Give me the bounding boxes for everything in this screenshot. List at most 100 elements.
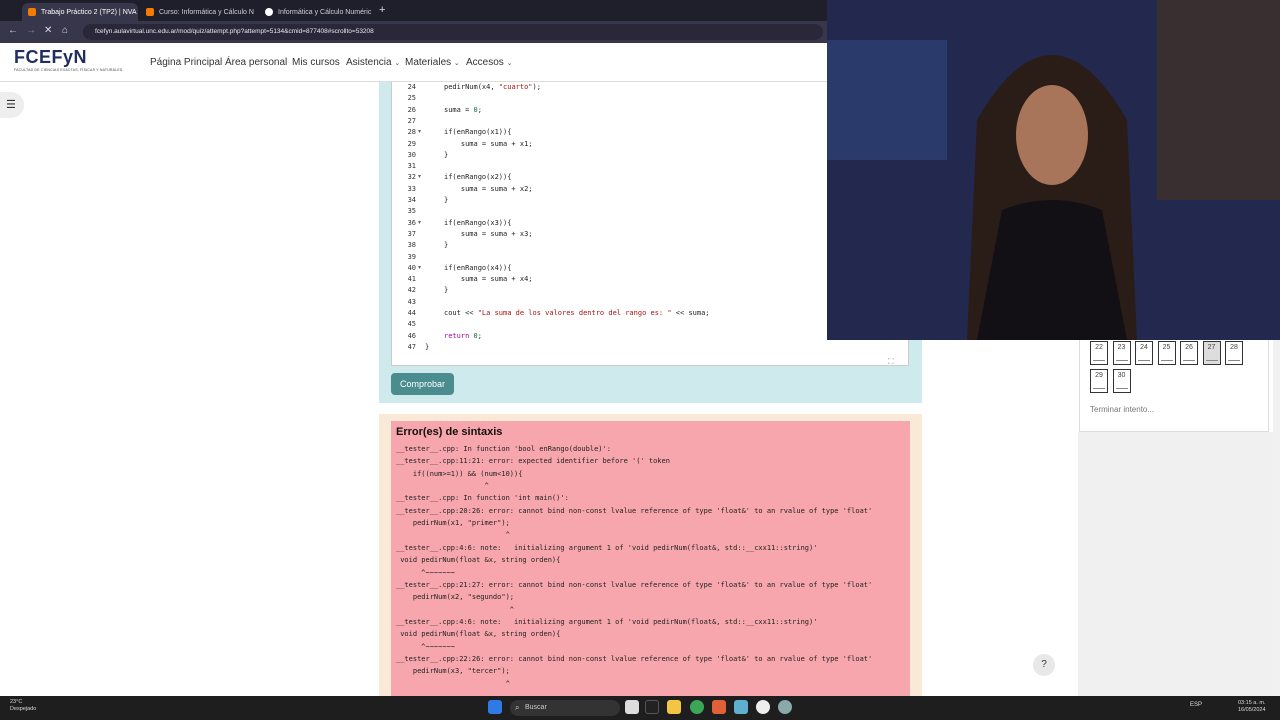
error-line: __tester__.cpp:4:6: note: initializing a… (396, 617, 818, 626)
quiz-nav-button[interactable]: 30 (1112, 369, 1131, 393)
quiz-nav-button[interactable]: 26 (1180, 341, 1198, 365)
code-line: suma = 0; (444, 105, 482, 114)
tab-title: Informática y Cálculo Numéric (278, 8, 372, 16)
quiz-nav-button[interactable]: 22 (1090, 341, 1108, 365)
error-title: Error(es) de sintaxis (396, 426, 503, 438)
fold-icon[interactable]: ▾ (418, 173, 421, 180)
line-number: 30 (407, 150, 416, 159)
quiz-nav-button[interactable]: 23 (1112, 341, 1131, 365)
clock-date: 16/05/2024 (1238, 707, 1266, 713)
nav-accesos[interactable]: Accesos ⌄ (466, 57, 512, 68)
error-line: __tester__.cpp:21:27: error: cannot bind… (396, 580, 873, 589)
nav-mis-cursos[interactable]: Mis cursos (292, 57, 340, 68)
forward-icon[interactable]: → (26, 25, 36, 36)
task-view-icon[interactable] (625, 700, 639, 714)
address-toolbar: ← → ✕ ⌂ fcefyn.aulavirtual.unc.edu.ar/mo… (0, 21, 827, 43)
windows-start-icon[interactable] (488, 700, 502, 714)
error-line: __tester__.cpp:20:26: error: cannot bind… (396, 506, 873, 515)
code-line: } (444, 241, 449, 250)
error-line: ^~~~~~~~ (396, 642, 456, 651)
nav-label: Materiales (405, 57, 452, 68)
settings-icon[interactable] (778, 700, 792, 714)
chrome-icon[interactable] (690, 700, 704, 714)
line-number: 45 (407, 320, 416, 329)
line-number: 40 (407, 263, 416, 272)
code-line: } (444, 196, 449, 204)
help-button[interactable]: ? (1033, 654, 1055, 676)
fullscreen-icon[interactable]: ⛶ (888, 357, 894, 367)
code-line: suma = suma + x1; (444, 139, 533, 148)
language-indicator[interactable]: ESP (1190, 702, 1202, 708)
error-line: ^~~~~~~~ (396, 568, 456, 577)
line-number: 37 (407, 229, 416, 238)
terminal-icon[interactable] (645, 700, 659, 714)
line-number: 29 (407, 139, 416, 148)
error-line: pedirNum(x1, "primer"); (396, 519, 510, 528)
finish-attempt-link[interactable]: Terminar intento... (1090, 405, 1154, 414)
app-icon[interactable] (734, 700, 748, 714)
line-number: 27 (407, 116, 416, 125)
code-line: cout << "La suma de los valores dentro d… (444, 309, 710, 317)
weather-widget[interactable]: 23°C Despejado (10, 699, 36, 713)
code-line: suma = suma + x2; (444, 184, 533, 193)
windows-taskbar: 23°C Despejado ⌕ Buscar ESP 03:15 a. m. 1… (0, 696, 1280, 720)
quiz-nav-button[interactable]: 29 (1090, 369, 1108, 393)
quiz-nav-button[interactable]: 27 (1202, 341, 1221, 365)
tab-curso[interactable]: Curso: Informática y Cálculo N ✕ (140, 3, 258, 21)
stop-icon[interactable]: ✕ (44, 25, 52, 36)
line-number: 26 (407, 105, 416, 114)
code-line: suma = suma + x3; (444, 229, 533, 238)
quiz-nav-button[interactable]: 24 (1135, 341, 1153, 365)
fold-icon[interactable]: ▾ (418, 264, 421, 271)
home-icon[interactable]: ⌂ (62, 25, 68, 36)
tab-informatica[interactable]: Informática y Cálculo Numéric ✕ (259, 3, 375, 21)
system-clock[interactable]: 03:15 a. m. 16/05/2024 (1238, 700, 1266, 714)
error-line: __tester__.cpp:11:21: error: expected id… (396, 457, 670, 466)
line-number: 31 (407, 162, 416, 171)
error-line: void pedirNum(float &x, string orden){ (396, 556, 561, 565)
nav-asistencia[interactable]: Asistencia ⌄ (346, 57, 400, 68)
nav-materiales[interactable]: Materiales ⌄ (405, 57, 460, 68)
nav-area-personal[interactable]: Área personal (225, 57, 287, 68)
error-line: ^ (396, 679, 510, 688)
error-line: __tester__.cpp:4:6: note: initializing a… (396, 543, 818, 552)
back-icon[interactable]: ← (8, 25, 18, 36)
chatgpt-favicon-icon (265, 8, 273, 16)
line-number: 34 (407, 196, 416, 204)
tab-tp2[interactable]: Trabajo Práctico 2 (TP2) | NVA ✕ (22, 3, 138, 21)
code-line: } (444, 286, 449, 295)
nav-label: Asistencia (346, 57, 392, 68)
file-explorer-icon[interactable] (667, 700, 681, 714)
chevron-down-icon: ⌄ (506, 60, 513, 67)
browser-tab-bar: Trabajo Práctico 2 (TP2) | NVA ✕ Curso: … (0, 0, 827, 21)
fold-icon[interactable]: ▾ (418, 128, 421, 135)
check-button[interactable]: Comprobar (391, 373, 454, 395)
code-line: if(enRango(x4)){ (444, 263, 512, 272)
line-number: 41 (407, 275, 416, 284)
taskbar-search[interactable]: ⌕ Buscar (510, 700, 620, 716)
weather-desc: Despejado (10, 706, 37, 712)
webcam-image (827, 0, 1280, 340)
error-line: __tester__.cpp: In function 'bool enRang… (396, 445, 611, 453)
line-number: 46 (407, 331, 416, 340)
fcefyn-logo[interactable]: FCEFyN FACULTAD DE CIENCIAS EXACTAS, FÍS… (14, 48, 126, 78)
code-line: suma = suma + x4; (444, 275, 533, 284)
line-number: 24 (407, 83, 416, 91)
error-line: pedirNum(x3, "tercer"); (396, 667, 510, 676)
fold-icon[interactable]: ▾ (418, 219, 421, 226)
error-line: __tester__.cpp:22:26: error: cannot bind… (396, 654, 873, 663)
url-field[interactable]: fcefyn.aulavirtual.unc.edu.ar/mod/quiz/a… (83, 24, 823, 40)
error-line: if((num>=1)) && (num<10)){ (396, 469, 523, 478)
drawer-toggle-button[interactable]: ☰ (0, 92, 24, 118)
webcam-overlay (827, 0, 1280, 340)
tab-title: Curso: Informática y Cálculo N (159, 8, 254, 16)
app-icon[interactable] (712, 700, 726, 714)
quiz-nav-button[interactable]: 28 (1225, 341, 1243, 365)
obs-icon[interactable] (756, 700, 770, 714)
site-header: FCEFyN FACULTAD DE CIENCIAS EXACTAS, FÍS… (0, 43, 827, 82)
nav-pagina-principal[interactable]: Página Principal (150, 57, 222, 68)
new-tab-button[interactable]: + (379, 4, 385, 16)
quiz-nav-button[interactable]: 25 (1157, 341, 1176, 365)
weather-temp: 23°C (10, 699, 23, 705)
search-icon: ⌕ (515, 703, 520, 712)
